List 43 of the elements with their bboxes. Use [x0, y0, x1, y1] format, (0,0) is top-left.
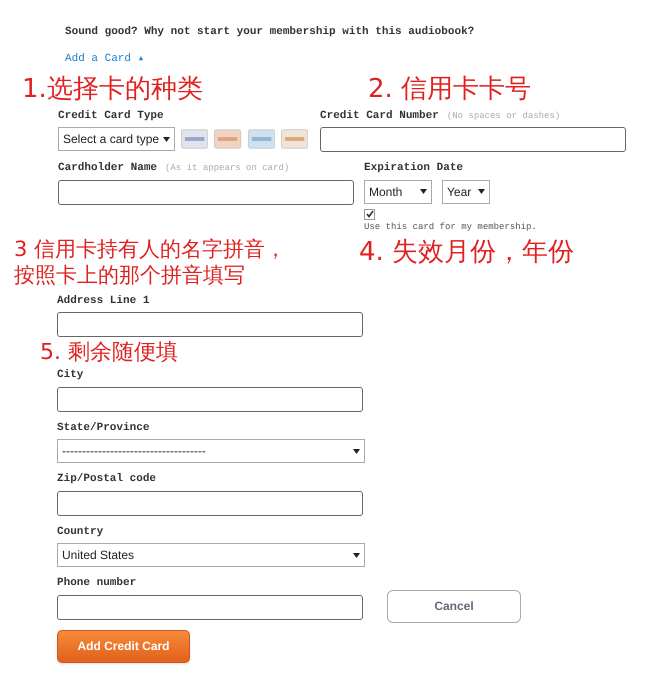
field-label: Address Line 1 — [57, 294, 150, 308]
checkbox[interactable] — [364, 208, 375, 220]
annotation-text: 5. 剩余随便填 — [40, 340, 178, 365]
dropdown-caret-icon — [353, 552, 360, 558]
text-field[interactable] — [320, 127, 626, 152]
cancel-button[interactable]: Cancel — [387, 590, 521, 622]
annotation-text: 2. 信用卡卡号 — [368, 73, 532, 106]
card-type-dropdown[interactable]: Select a card type — [58, 127, 176, 151]
dropdown-caret-icon — [420, 189, 427, 194]
dropdown[interactable]: United States — [57, 543, 365, 567]
field-label: Country — [57, 524, 104, 540]
card-logo-icon — [214, 129, 242, 149]
field-hint: (No spaces or dashes) — [446, 110, 560, 122]
field-label: City — [57, 368, 84, 383]
card-logo-icon — [280, 129, 308, 149]
card-logo-icon — [181, 129, 208, 149]
checkbox-label: Use this card for my membership. — [364, 220, 537, 234]
dropdown[interactable]: ------------------------------------ — [57, 439, 365, 463]
field-label: Credit Card Type — [58, 108, 165, 124]
text-field[interactable] — [57, 386, 363, 412]
add-card-link[interactable]: Add a Card ▴ — [65, 50, 144, 67]
year-dropdown[interactable]: Year — [442, 180, 490, 204]
text-field[interactable] — [57, 312, 363, 337]
field-label: Zip/Postal code — [57, 472, 158, 487]
field-label: State/Province — [57, 420, 150, 436]
intro-text: Sound good? Why not start your membership with this audiobook? — [65, 25, 476, 40]
card-logo-icon — [248, 129, 275, 149]
field-label: Expiration Date — [364, 161, 464, 176]
field-hint: (As it appears on card) — [165, 162, 290, 175]
text-field[interactable] — [57, 594, 363, 620]
dropdown-caret-icon — [478, 189, 485, 194]
annotation-text: 按照卡上的那个拼音填写 — [14, 262, 246, 288]
annotation-text: 4. 失效月份，年份 — [359, 236, 574, 269]
annotation-text: 3 信用卡持有人的名字拼音， — [14, 236, 288, 262]
field-label: Cardholder Name — [58, 161, 158, 176]
text-field[interactable] — [57, 490, 363, 516]
field-label: Credit Card Number — [320, 108, 439, 124]
field-label: Phone number — [57, 576, 138, 591]
text-field[interactable] — [58, 180, 354, 204]
annotation-text: 1.选择卡的种类 — [22, 73, 204, 106]
dropdown-caret-icon — [353, 448, 360, 454]
dropdown-caret-icon — [163, 136, 170, 142]
month-dropdown[interactable]: Month — [364, 180, 432, 204]
